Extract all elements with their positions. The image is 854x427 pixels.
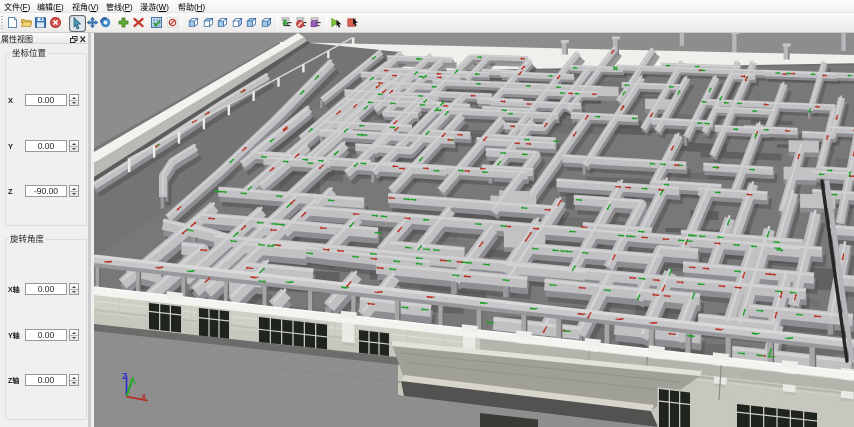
svg-text:x: x <box>142 392 147 401</box>
svg-text:Z: Z <box>122 371 127 381</box>
